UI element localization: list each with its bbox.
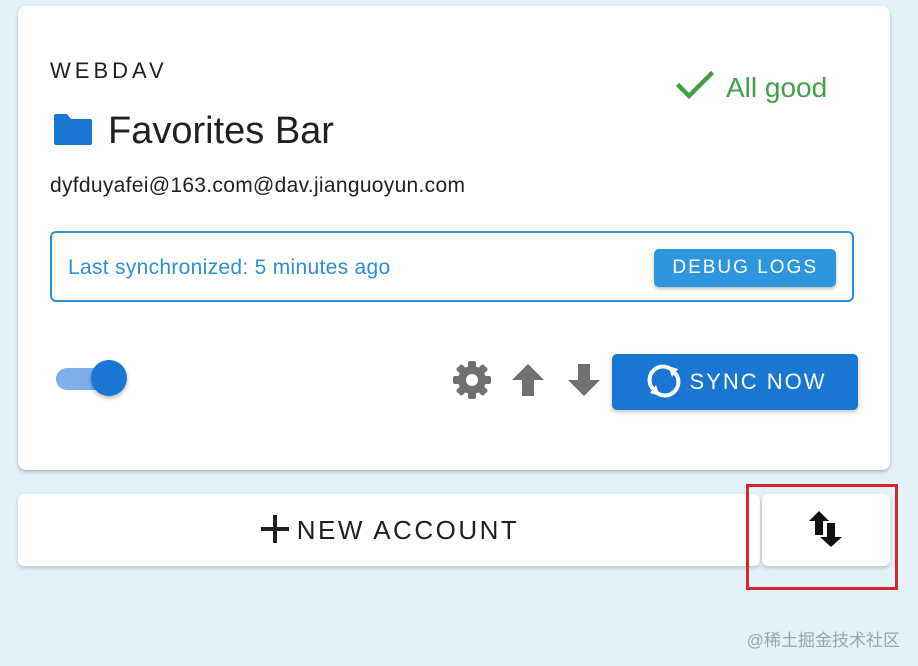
check-icon — [675, 70, 715, 106]
plus-icon — [259, 513, 291, 548]
folder-row: Favorites Bar — [52, 110, 334, 153]
swap-vertical-icon — [808, 509, 844, 552]
sync-now-label: SYNC NOW — [689, 369, 827, 394]
upload-button[interactable] — [506, 360, 550, 404]
account-type-label: WEBDAV — [50, 58, 168, 83]
download-button[interactable] — [562, 360, 606, 404]
sync-icon — [644, 361, 684, 404]
sort-accounts-button[interactable] — [762, 494, 890, 566]
arrow-down-icon — [566, 362, 602, 403]
sync-status: All good — [675, 68, 828, 108]
status-text: All good — [726, 72, 828, 103]
watermark: @稀土掘金技术社区 — [746, 631, 900, 650]
arrow-up-icon — [510, 362, 546, 403]
gear-icon — [452, 360, 492, 405]
new-account-label: NEW ACCOUNT — [296, 514, 520, 545]
toggle-thumb — [91, 360, 127, 396]
folder-title: Favorites Bar — [108, 110, 334, 152]
account-id: dyfduyafei@163.com@dav.jianguoyun.com — [50, 174, 466, 197]
debug-logs-button[interactable]: DEBUG LOGS — [654, 249, 836, 287]
sync-now-button[interactable]: SYNC NOW — [612, 354, 858, 410]
account-enabled-toggle[interactable] — [54, 358, 128, 398]
account-card: WEBDAV All good Favorites Bar dyfduyafei… — [18, 6, 890, 470]
folder-icon — [52, 112, 94, 151]
last-sync-text: Last synchronized: 5 minutes ago — [68, 256, 391, 279]
settings-button[interactable] — [450, 360, 494, 404]
new-account-button[interactable]: NEW ACCOUNT — [18, 494, 760, 566]
last-sync-panel: Last synchronized: 5 minutes ago DEBUG L… — [50, 231, 854, 302]
